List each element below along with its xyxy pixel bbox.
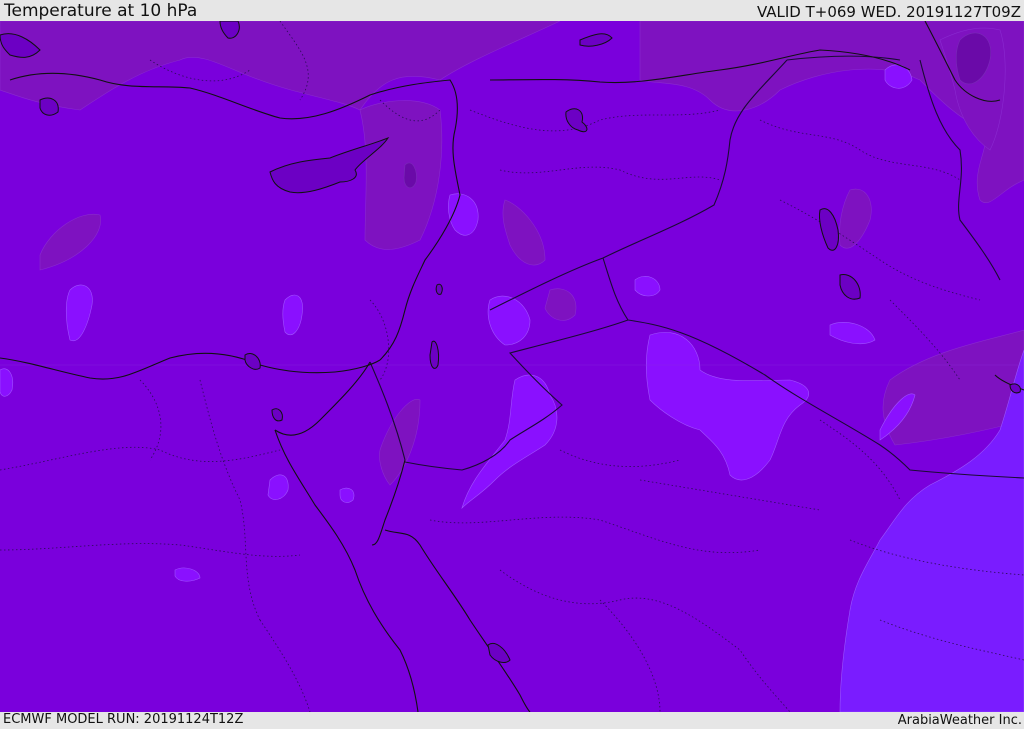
header-bar: Temperature at 10 hPa VALID T+069 WED. 2… (0, 0, 1024, 21)
cold-blob-red-sea (339, 487, 355, 503)
valid-time: VALID T+069 WED. 20191127T09Z (756, 3, 1021, 21)
footer-bar: ECMWF MODEL RUN: 20191124T12Z ArabiaWeat… (0, 712, 1024, 729)
map-canvas (0, 21, 1024, 712)
credit-label: ArabiaWeather Inc. (897, 713, 1022, 728)
model-run-label: ECMWF MODEL RUN: 20191124T12Z (3, 712, 244, 727)
dead-sea (429, 340, 439, 369)
map-title: Temperature at 10 hPa (4, 1, 198, 21)
aegean-island (39, 97, 59, 116)
map-area[interactable] (0, 21, 1024, 712)
galilee-lake (435, 283, 443, 295)
